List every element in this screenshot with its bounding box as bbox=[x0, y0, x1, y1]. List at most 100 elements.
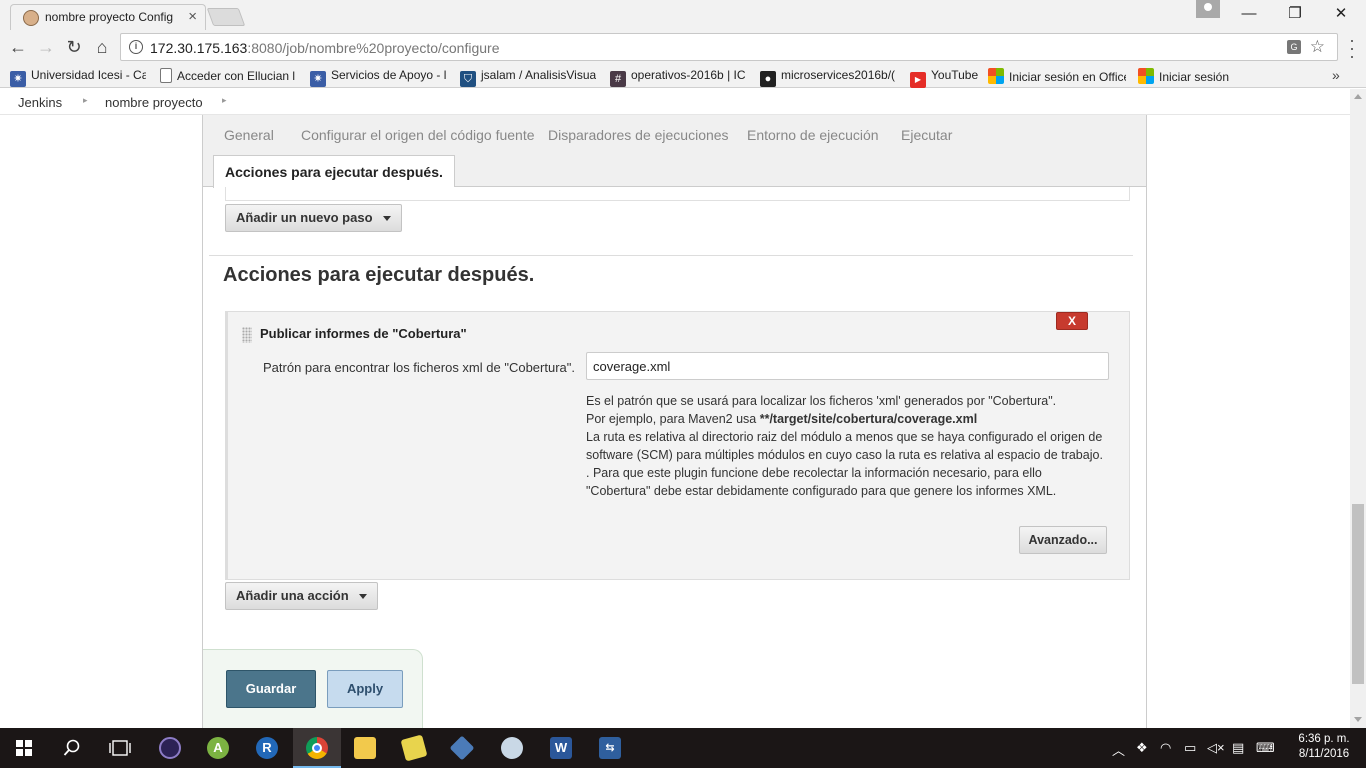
add-post-build-action-button[interactable]: Añadir una acción bbox=[225, 582, 378, 610]
taskbar-file-explorer[interactable] bbox=[341, 728, 389, 768]
scrollbar-thumb[interactable] bbox=[1352, 504, 1364, 684]
bookmark-item[interactable]: # operativos-2016b | IC bbox=[610, 68, 746, 87]
windows-logo-icon bbox=[16, 740, 32, 756]
start-button[interactable] bbox=[0, 728, 48, 768]
tab-post-build[interactable]: Acciones para ejecutar después. bbox=[213, 155, 455, 188]
bookmarks-bar: ✷ Universidad Icesi - Ca Acceder con Ellu… bbox=[0, 64, 1366, 88]
bookmark-item[interactable]: ▶ YouTube bbox=[910, 68, 982, 88]
gear-icon: ✷ bbox=[10, 71, 26, 87]
keyboard-icon[interactable]: ⌨ bbox=[1256, 740, 1275, 756]
tab-build-env[interactable]: Entorno de ejecución bbox=[747, 127, 879, 143]
plugin-title: Publicar informes de "Cobertura" bbox=[260, 326, 467, 341]
scroll-down-icon[interactable] bbox=[1354, 717, 1362, 722]
home-icon[interactable]: ⌂ bbox=[90, 35, 114, 59]
tray-chevron-up-icon[interactable]: ︿ bbox=[1112, 740, 1125, 759]
bookmark-item[interactable]: Iniciar sesión bbox=[1138, 68, 1238, 84]
tab-scm[interactable]: Configurar el origen del código fuente bbox=[301, 127, 535, 143]
bookmark-item[interactable]: Acceder con Ellucian l bbox=[160, 68, 296, 83]
forward-icon[interactable]: → bbox=[34, 35, 58, 59]
taskbar-eclipse[interactable] bbox=[146, 728, 194, 768]
address-bar[interactable]: i 172.30.175.163:8080/job/nombre%20proye… bbox=[120, 33, 1338, 61]
cobertura-publisher-box: Publicar informes de "Cobertura" X Patró… bbox=[225, 311, 1130, 580]
clock-time: 6:36 p. m. bbox=[1298, 733, 1350, 745]
android-studio-icon: A bbox=[207, 737, 229, 759]
bookmark-item[interactable]: Iniciar sesión en Office bbox=[988, 68, 1126, 84]
system-clock[interactable]: 6:36 p. m. 8/11/2016 bbox=[1286, 732, 1362, 762]
github-icon: ● bbox=[760, 71, 776, 87]
tab-title: nombre proyecto Config bbox=[45, 10, 174, 24]
minimize-button[interactable]: — bbox=[1226, 0, 1272, 28]
search-icon bbox=[63, 739, 80, 756]
config-form: General Configurar el origen del código … bbox=[202, 115, 1147, 728]
build-step-box-tail bbox=[225, 187, 1130, 201]
tab-close-icon[interactable]: × bbox=[188, 8, 197, 25]
browser-tab-active[interactable]: nombre proyecto Config × bbox=[10, 4, 206, 30]
word-icon: W bbox=[550, 737, 572, 759]
microsoft-icon bbox=[988, 68, 1004, 84]
volume-icon[interactable]: ◁× bbox=[1207, 740, 1225, 756]
bookmark-item[interactable]: ⛉ jsalam / AnalisisVisual bbox=[460, 68, 596, 87]
notification-icon[interactable]: ▤ bbox=[1232, 740, 1244, 756]
delete-publisher-button[interactable]: X bbox=[1056, 312, 1088, 330]
taskbar-network-app[interactable]: ⇆ bbox=[586, 728, 634, 768]
bookmark-star-icon[interactable]: ☆ bbox=[1310, 37, 1325, 57]
more-bookmarks-icon[interactable]: » bbox=[1332, 67, 1340, 83]
config-tabbar: General Configurar el origen del código … bbox=[203, 115, 1146, 188]
taskbar-virtualbox[interactable] bbox=[438, 728, 486, 768]
reload-icon[interactable]: ↻ bbox=[62, 35, 86, 59]
bookmark-item[interactable]: ● microservices2016b/( bbox=[760, 68, 896, 87]
help-text: Es el patrón que se usará para localizar… bbox=[586, 394, 1103, 498]
chrome-icon bbox=[306, 737, 328, 759]
battery-icon[interactable]: ▭ bbox=[1184, 740, 1196, 756]
page-scrollbar[interactable] bbox=[1350, 89, 1366, 728]
section-divider bbox=[209, 255, 1133, 256]
url-text: 172.30.175.163:8080/job/nombre%20proyect… bbox=[150, 40, 500, 56]
breadcrumb-job[interactable]: nombre proyecto bbox=[105, 95, 203, 110]
bitbucket-icon: ⛉ bbox=[460, 71, 476, 87]
taskbar-paint[interactable] bbox=[488, 728, 536, 768]
taskbar-android-studio[interactable]: A bbox=[194, 728, 242, 768]
tab-triggers[interactable]: Disparadores de ejecuciones bbox=[548, 127, 729, 143]
close-window-button[interactable]: ✕ bbox=[1318, 0, 1364, 28]
wifi-icon[interactable]: ◠ bbox=[1160, 740, 1171, 756]
profile-icon[interactable] bbox=[1196, 0, 1220, 18]
drag-handle-icon[interactable] bbox=[242, 327, 252, 343]
gear-icon: ✷ bbox=[310, 71, 326, 87]
r-icon: R bbox=[256, 737, 278, 759]
sticky-notes-icon bbox=[400, 734, 428, 762]
scroll-up-icon[interactable] bbox=[1354, 94, 1362, 99]
browser-menu-icon[interactable]: · · · bbox=[1346, 31, 1358, 65]
eclipse-icon bbox=[159, 737, 181, 759]
save-button[interactable]: Guardar bbox=[226, 670, 316, 708]
xml-pattern-label: Patrón para encontrar los ficheros xml d… bbox=[263, 360, 575, 375]
breadcrumb-separator-icon[interactable]: ▸ bbox=[83, 95, 88, 106]
slack-icon: # bbox=[610, 71, 626, 87]
clock-date: 8/11/2016 bbox=[1298, 748, 1350, 760]
breadcrumb-jenkins[interactable]: Jenkins bbox=[18, 95, 62, 110]
breadcrumb-separator-icon[interactable]: ▸ bbox=[222, 95, 227, 106]
back-icon[interactable]: ← bbox=[6, 35, 30, 59]
new-tab-button[interactable] bbox=[206, 8, 246, 26]
restore-button[interactable]: ❐ bbox=[1272, 0, 1318, 28]
add-build-step-button[interactable]: Añadir un nuevo paso bbox=[225, 204, 402, 232]
search-button[interactable] bbox=[48, 728, 96, 768]
info-icon[interactable]: i bbox=[129, 40, 143, 54]
task-view-icon bbox=[109, 740, 131, 756]
section-title: Acciones para ejecutar después. bbox=[223, 264, 535, 286]
task-view-button[interactable] bbox=[96, 728, 144, 768]
tab-build[interactable]: Ejecutar bbox=[901, 127, 952, 143]
taskbar-notes[interactable] bbox=[390, 728, 438, 768]
taskbar-r[interactable]: R bbox=[243, 728, 291, 768]
network-app-icon: ⇆ bbox=[599, 737, 621, 759]
save-bar: Guardar Apply bbox=[203, 649, 423, 728]
taskbar-word[interactable]: W bbox=[537, 728, 585, 768]
taskbar-chrome[interactable] bbox=[293, 728, 341, 768]
tab-general[interactable]: General bbox=[224, 127, 274, 143]
apply-button[interactable]: Apply bbox=[327, 670, 403, 708]
bookmark-item[interactable]: ✷ Servicios de Apoyo - l bbox=[310, 68, 446, 87]
bookmark-item[interactable]: ✷ Universidad Icesi - Ca bbox=[10, 68, 146, 87]
xml-pattern-input[interactable] bbox=[586, 352, 1109, 380]
translate-icon[interactable]: G bbox=[1287, 40, 1301, 54]
dropbox-icon[interactable]: ❖ bbox=[1136, 740, 1148, 756]
advanced-button[interactable]: Avanzado... bbox=[1019, 526, 1107, 554]
